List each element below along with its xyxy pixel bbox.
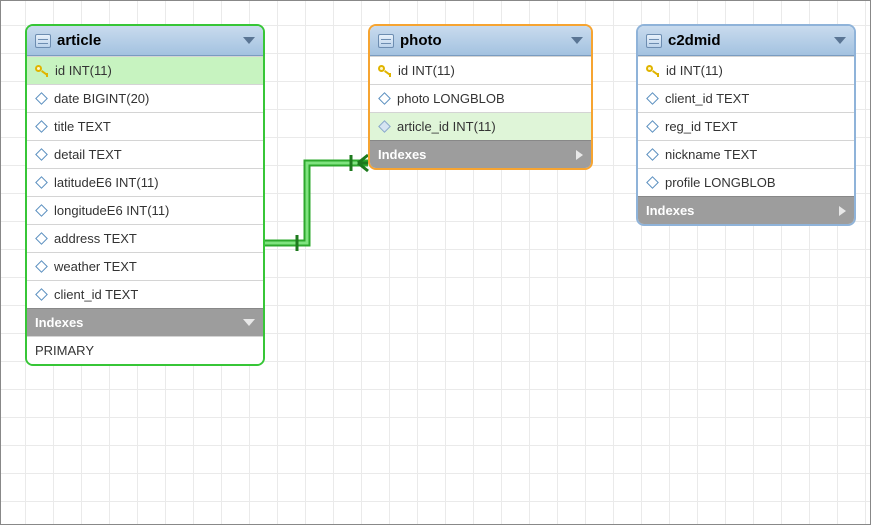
column-type-icon: [35, 204, 48, 217]
column-type-icon: [35, 288, 48, 301]
table-icon: [35, 34, 51, 48]
column-row[interactable]: detail TEXT: [27, 140, 263, 168]
table-icon: [646, 34, 662, 48]
column-label: client_id TEXT: [54, 287, 138, 302]
column-type-icon: [646, 176, 659, 189]
er-canvas[interactable]: article id INT(11) date BIGINT(20) title…: [0, 0, 871, 525]
column-row[interactable]: article_id INT(11): [370, 112, 591, 140]
column-row[interactable]: client_id TEXT: [27, 280, 263, 308]
column-label: reg_id TEXT: [665, 119, 738, 134]
table-article[interactable]: article id INT(11) date BIGINT(20) title…: [25, 24, 265, 366]
relation-article-photo: [265, 141, 385, 261]
column-label: id INT(11): [398, 63, 455, 78]
collapse-icon[interactable]: [243, 37, 255, 44]
column-label: article_id INT(11): [397, 119, 496, 134]
column-label: longitudeE6 INT(11): [54, 203, 169, 218]
column-type-icon: [646, 120, 659, 133]
indexes-header[interactable]: Indexes: [27, 308, 263, 336]
column-row[interactable]: longitudeE6 INT(11): [27, 196, 263, 224]
column-label: title TEXT: [54, 119, 111, 134]
column-row[interactable]: id INT(11): [27, 56, 263, 84]
column-label: profile LONGBLOB: [665, 175, 776, 190]
table-title: c2dmid: [668, 32, 721, 49]
column-row[interactable]: nickname TEXT: [638, 140, 854, 168]
column-label: client_id TEXT: [665, 91, 749, 106]
column-row[interactable]: address TEXT: [27, 224, 263, 252]
column-label: latitudeE6 INT(11): [54, 175, 159, 190]
indexes-label: Indexes: [378, 147, 426, 162]
foreign-key-icon: [378, 120, 391, 133]
indexes-label: Indexes: [646, 203, 694, 218]
column-label: detail TEXT: [54, 147, 122, 162]
column-row[interactable]: photo LONGBLOB: [370, 84, 591, 112]
column-type-icon: [35, 260, 48, 273]
chevron-right-icon: [839, 206, 846, 216]
primary-key-icon: [378, 64, 392, 78]
table-icon: [378, 34, 394, 48]
primary-key-icon: [646, 64, 660, 78]
indexes-header[interactable]: Indexes: [638, 196, 854, 224]
collapse-icon[interactable]: [571, 37, 583, 44]
indexes-label: Indexes: [35, 315, 83, 330]
column-label: photo LONGBLOB: [397, 91, 505, 106]
index-item[interactable]: PRIMARY: [27, 336, 263, 364]
column-label: nickname TEXT: [665, 147, 757, 162]
column-type-icon: [646, 148, 659, 161]
column-label: weather TEXT: [54, 259, 137, 274]
column-row[interactable]: date BIGINT(20): [27, 84, 263, 112]
column-type-icon: [35, 148, 48, 161]
column-row[interactable]: id INT(11): [370, 56, 591, 84]
table-title: article: [57, 32, 101, 49]
column-label: address TEXT: [54, 231, 137, 246]
indexes-header[interactable]: Indexes: [370, 140, 591, 168]
column-label: id INT(11): [55, 63, 112, 78]
table-c2dmid[interactable]: c2dmid id INT(11) client_id TEXT reg_id …: [636, 24, 856, 226]
table-header-article[interactable]: article: [27, 26, 263, 56]
table-header-c2dmid[interactable]: c2dmid: [638, 26, 854, 56]
column-row[interactable]: client_id TEXT: [638, 84, 854, 112]
column-row[interactable]: title TEXT: [27, 112, 263, 140]
index-name: PRIMARY: [35, 343, 94, 358]
column-row[interactable]: latitudeE6 INT(11): [27, 168, 263, 196]
collapse-icon[interactable]: [834, 37, 846, 44]
column-type-icon: [35, 92, 48, 105]
table-header-photo[interactable]: photo: [370, 26, 591, 56]
column-type-icon: [35, 120, 48, 133]
column-row[interactable]: id INT(11): [638, 56, 854, 84]
table-title: photo: [400, 32, 442, 49]
column-label: id INT(11): [666, 63, 723, 78]
column-label: date BIGINT(20): [54, 91, 149, 106]
column-type-icon: [378, 92, 391, 105]
column-row[interactable]: weather TEXT: [27, 252, 263, 280]
column-type-icon: [35, 176, 48, 189]
column-row[interactable]: profile LONGBLOB: [638, 168, 854, 196]
column-type-icon: [35, 232, 48, 245]
primary-key-icon: [35, 64, 49, 78]
chevron-right-icon: [576, 150, 583, 160]
column-row[interactable]: reg_id TEXT: [638, 112, 854, 140]
table-photo[interactable]: photo id INT(11) photo LONGBLOB article_…: [368, 24, 593, 170]
chevron-down-icon: [243, 319, 255, 326]
column-type-icon: [646, 92, 659, 105]
